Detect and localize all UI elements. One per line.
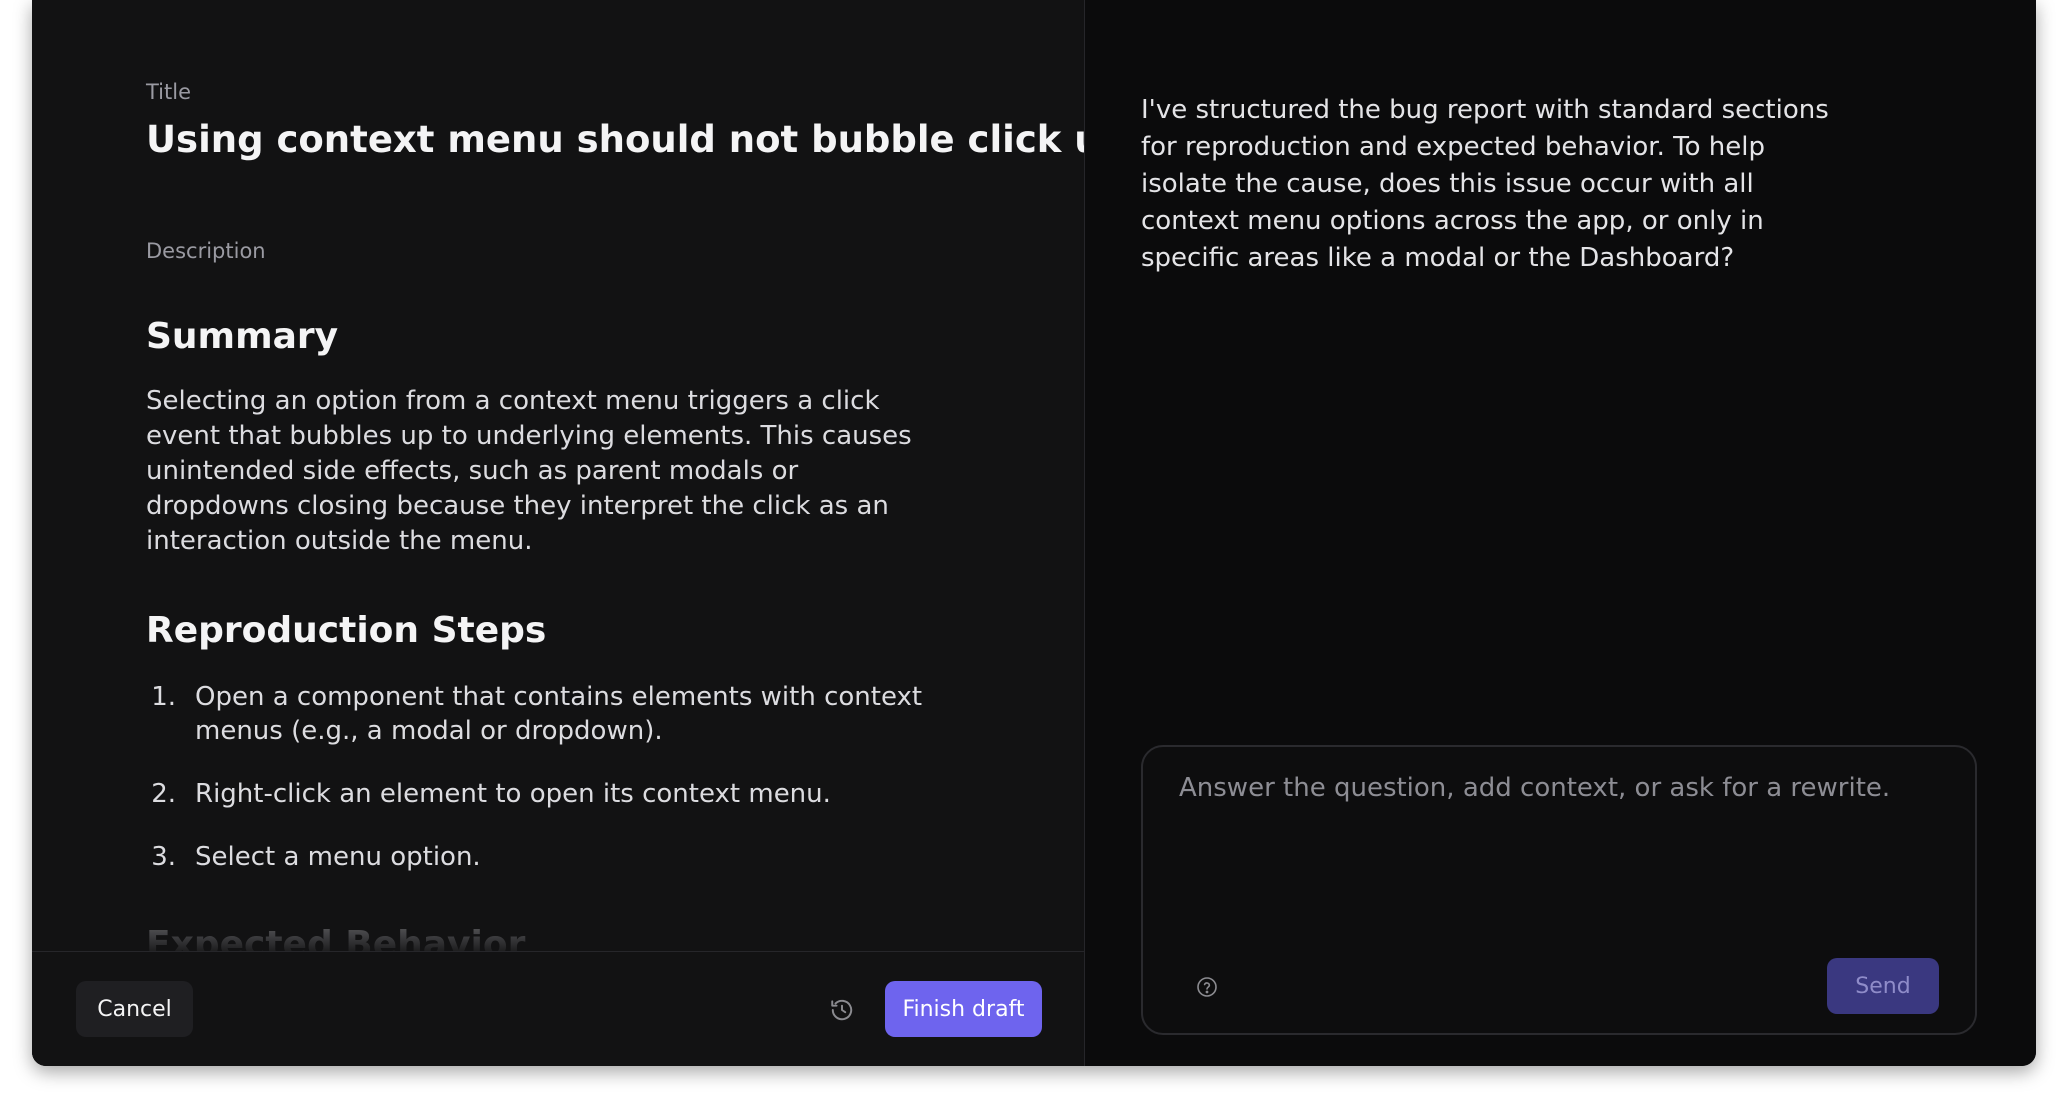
summary-heading: Summary	[146, 316, 339, 357]
assistant-message: I've structured the bug report with stan…	[1141, 95, 1829, 273]
step-text: Open a component that contains elements …	[195, 682, 923, 746]
help-circle-icon[interactable]	[1195, 975, 1219, 999]
send-button[interactable]: Send	[1827, 958, 1939, 1014]
description-label: Description	[146, 239, 266, 263]
composer-input[interactable]	[1177, 771, 1941, 925]
reproduction-steps-heading: Reproduction Steps	[146, 610, 547, 651]
composer: Send	[1141, 745, 1977, 1035]
summary-text[interactable]: Selecting an option from a context menu …	[146, 384, 926, 559]
draft-issue-dialog: Title Using context menu should not bubb…	[32, 0, 2036, 1066]
list-item[interactable]: 2. Right-click an element to open its co…	[146, 777, 946, 811]
history-icon[interactable]	[829, 997, 855, 1023]
step-number: 2.	[151, 779, 176, 809]
finish-draft-button[interactable]: Finish draft	[885, 981, 1042, 1037]
list-item[interactable]: 1. Open a component that contains elemen…	[146, 680, 946, 748]
step-number: 3.	[151, 842, 176, 872]
issue-editor-pane: Title Using context menu should not bubb…	[32, 0, 1085, 1066]
step-number: 1.	[151, 682, 176, 712]
assistant-pane: I've structured the bug report with stan…	[1085, 0, 2036, 1066]
editor-footer: Cancel Finish draft	[32, 951, 1084, 1066]
list-item[interactable]: 3. Select a menu option.	[146, 840, 946, 874]
title-label: Title	[146, 80, 192, 104]
step-text: Right-click an element to open its conte…	[195, 779, 831, 809]
issue-editor-scroll[interactable]: Title Using context menu should not bubb…	[32, 0, 1084, 951]
cancel-button[interactable]: Cancel	[76, 981, 193, 1037]
issue-title[interactable]: Using context menu should not bubble cli…	[146, 118, 1084, 161]
expected-behavior-heading: Expected Behavior	[146, 924, 526, 951]
step-text: Select a menu option.	[195, 842, 481, 872]
